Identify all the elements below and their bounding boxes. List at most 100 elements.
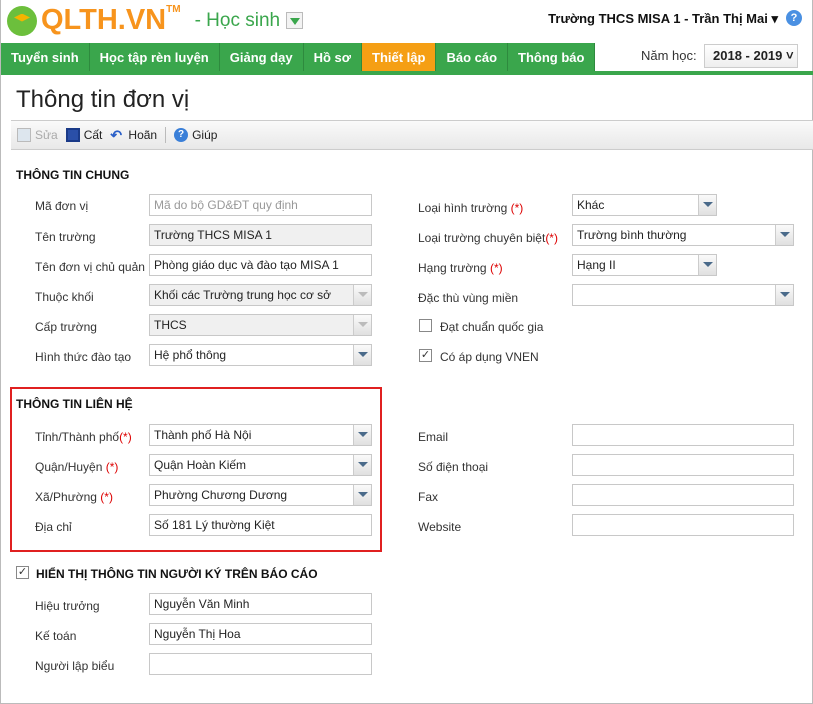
field-label: Website (418, 520, 462, 534)
value: Quận Hoàn Kiếm (154, 458, 247, 472)
governing-unit-input[interactable]: Phòng giáo dục và đào tạo MISA 1 (149, 254, 372, 276)
field-label: Kế toán (35, 629, 77, 643)
chevron-down-icon (698, 255, 716, 275)
fax-input[interactable] (572, 484, 794, 506)
block-value: Khối các Trường trung học cơ sở (154, 288, 332, 302)
label-text: Loại hình trường (418, 201, 508, 215)
value: Thành phố Hà Nội (154, 428, 252, 442)
chevron-down-icon (353, 485, 371, 505)
block-select[interactable]: Khối các Trường trung học cơ sở (149, 284, 372, 306)
school-type-select[interactable]: Khác (572, 194, 717, 216)
field-label: Hạng trường (*) (418, 261, 503, 275)
accountant-input[interactable]: Nguyễn Thị Hoa (149, 623, 372, 645)
field-label: Tên đơn vị chủ quản (35, 260, 145, 274)
label-text: Xã/Phường (35, 490, 97, 504)
required-mark: (*) (545, 231, 558, 245)
section-contact-title: THÔNG TIN LIÊN HỆ (16, 397, 133, 411)
undo-label: Hoãn (128, 128, 158, 142)
tab-thiet-lap[interactable]: Thiết lập (362, 43, 437, 72)
toolbar-separator (165, 127, 167, 143)
field-label: Hình thức đào tạo (35, 350, 132, 364)
help-icon: ? (174, 128, 189, 142)
role-dropdown-button[interactable] (286, 12, 304, 29)
chevron-down-icon (353, 455, 371, 475)
chevron-down-icon (775, 285, 793, 305)
tab-ho-so[interactable]: Hồ sơ (303, 43, 363, 72)
value: Phường Chương Dương (154, 488, 288, 502)
chevron-down-icon (353, 315, 371, 335)
field-label: Xã/Phường (*) (35, 490, 113, 504)
value: Trường bình thường (577, 228, 687, 242)
level-value: THCS (154, 318, 187, 332)
label-text: Hạng trường (418, 261, 487, 275)
help-icon[interactable]: ? (786, 10, 802, 26)
chevron-down-icon (353, 285, 371, 305)
role-label: - Học sinh (194, 9, 281, 31)
edit-icon (17, 128, 31, 142)
section-general-title: THÔNG TIN CHUNG (16, 168, 130, 182)
chevron-down-icon (353, 425, 371, 445)
province-select[interactable]: Thành phố Hà Nội (149, 424, 372, 446)
field-label: Mã đơn vị (35, 199, 89, 213)
school-year-select[interactable]: 2018 - 2019 ˅ (704, 44, 798, 68)
district-select[interactable]: Quận Hoàn Kiếm (149, 454, 372, 476)
school-name-input[interactable]: Trường THCS MISA 1 (149, 224, 372, 246)
field-label: Tên trường (35, 230, 96, 244)
school-rank-select[interactable]: Hạng II (572, 254, 717, 276)
required-mark: (*) (489, 261, 503, 275)
tab-bao-cao[interactable]: Báo cáo (436, 43, 509, 72)
show-signer-checkbox[interactable]: ✓ (16, 566, 29, 579)
label-text: Quận/Huyện (35, 460, 103, 474)
tab-tuyen-sinh[interactable]: Tuyển sinh (1, 43, 90, 72)
phone-input[interactable] (572, 454, 794, 476)
save-button[interactable]: Cất (65, 128, 103, 142)
required-mark: (*) (119, 430, 132, 444)
national-standard-checkbox[interactable] (419, 319, 432, 332)
undo-icon: ↶ (110, 127, 123, 143)
logo-text: QLTH.VN (41, 4, 167, 36)
save-label: Cất (83, 128, 103, 142)
email-input[interactable] (572, 424, 794, 446)
field-label: Tỉnh/Thành phố(*) (35, 430, 132, 444)
field-label: Hiệu trưởng (35, 599, 100, 613)
checkbox-label: Có áp dụng VNEN (440, 350, 539, 364)
region-select[interactable] (572, 284, 794, 306)
field-label: Số điện thoại (418, 460, 489, 474)
logo: QLTH.VN TM - Học sinh (7, 4, 304, 37)
field-label: Đặc thù vùng miền (418, 291, 519, 305)
help-button[interactable]: ? Giúp (174, 128, 217, 142)
edit-button[interactable]: Sửa (17, 128, 58, 142)
training-value: Hệ phổ thông (154, 348, 227, 362)
vnen-checkbox[interactable]: ✓ (419, 349, 432, 362)
ward-select[interactable]: Phường Chương Dương (149, 484, 372, 506)
tab-hoc-tap[interactable]: Học tập rèn luyện (89, 43, 220, 72)
preparer-input[interactable] (149, 653, 372, 675)
logo-tm: TM (166, 4, 181, 15)
required-mark: (*) (510, 201, 524, 215)
page-title: Thông tin đơn vị (16, 86, 190, 113)
user-menu[interactable]: Trường THCS MISA 1 - Trần Thị Mai ▾ (548, 11, 778, 27)
tab-thong-bao[interactable]: Thông báo (508, 43, 596, 72)
field-label: Fax (418, 490, 439, 504)
checkbox-label: Đạt chuẩn quốc gia (440, 320, 544, 334)
address-input[interactable]: Số 181 Lý thường Kiệt (149, 514, 372, 536)
school-year-label: Năm học: (641, 48, 697, 63)
field-label: Quận/Huyện (*) (35, 460, 118, 474)
chevron-down-icon (698, 195, 716, 215)
training-form-select[interactable]: Hệ phổ thông (149, 344, 372, 366)
special-type-select[interactable]: Trường bình thường (572, 224, 794, 246)
principal-input[interactable]: Nguyễn Văn Minh (149, 593, 372, 615)
school-level-select[interactable]: THCS (149, 314, 372, 336)
toolbar: Sửa Cất ↶ Hoãn ? Giúp (11, 120, 813, 150)
main-nav: Tuyển sinh Học tập rèn luyện Giảng dạy H… (1, 43, 596, 72)
tab-giang-day[interactable]: Giảng dạy (219, 43, 304, 72)
field-label: Địa chỉ (35, 520, 72, 534)
logo-icon (7, 5, 37, 36)
website-input[interactable] (572, 514, 794, 536)
undo-button[interactable]: ↶ Hoãn (110, 128, 157, 142)
chevron-down-icon (353, 345, 371, 365)
help-label: Giúp (192, 128, 218, 142)
section-signer-title: HIỂN THỊ THÔNG TIN NGƯỜI KÝ TRÊN BÁO CÁO (36, 567, 318, 581)
unit-code-input[interactable]: Mã do bộ GD&ĐT quy định (149, 194, 372, 216)
field-label: Email (418, 430, 449, 444)
